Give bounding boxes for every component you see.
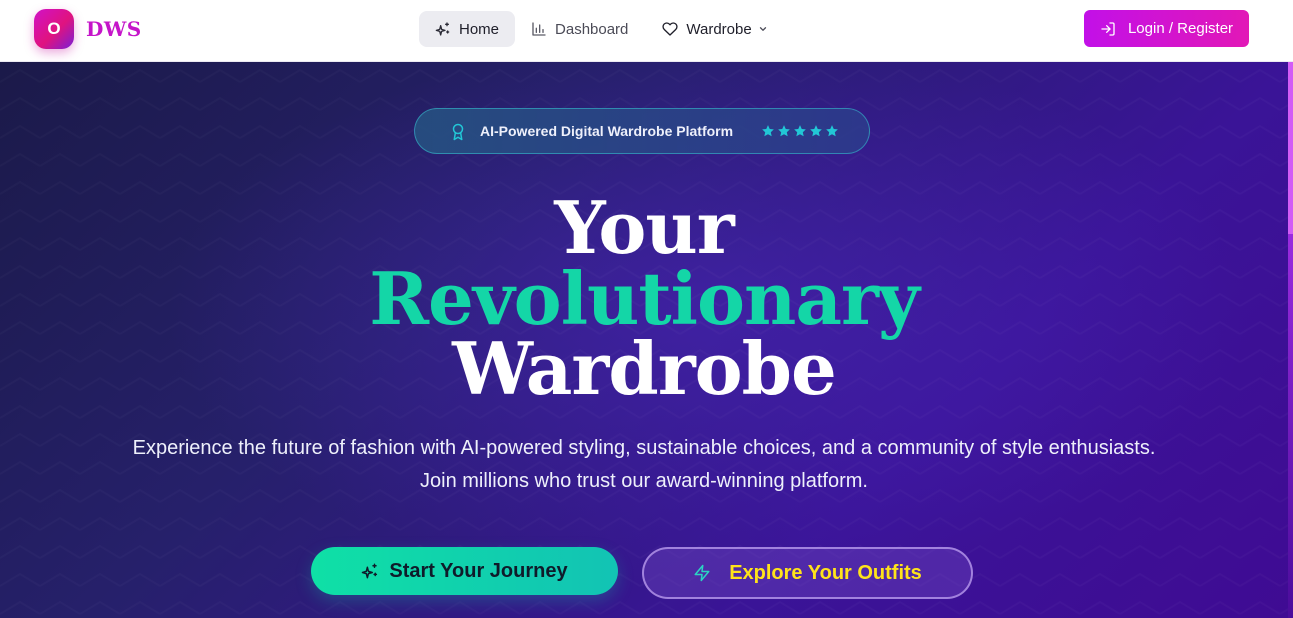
start-journey-button[interactable]: Start Your Journey (311, 547, 618, 595)
zap-icon (693, 564, 711, 582)
nav-home[interactable]: Home (419, 11, 516, 47)
star-icon (761, 124, 775, 138)
chevron-down-icon (758, 24, 768, 34)
nav-wardrobe-dropdown[interactable]: Wardrobe (644, 11, 783, 47)
star-icon (809, 124, 823, 138)
headline-line-3: Wardrobe (452, 326, 837, 411)
explore-outfits-button[interactable]: Explore Your Outfits (642, 547, 973, 599)
sparkles-icon (435, 21, 451, 37)
scrollbar-thumb[interactable] (1288, 62, 1293, 234)
login-register-label: Login / Register (1127, 20, 1234, 37)
login-register-button[interactable]: Login / Register (1084, 10, 1249, 47)
star-icon (777, 124, 791, 138)
logo-badge[interactable]: O (34, 9, 74, 49)
brand-name[interactable]: DWS (86, 17, 142, 41)
top-navbar: O DWS Home Dashboard Wardrobe Login / Re… (0, 0, 1293, 62)
brand[interactable]: O DWS (34, 9, 142, 49)
hero-subtitle: Experience the future of fashion with AI… (132, 437, 1156, 492)
star-icon (793, 124, 807, 138)
main-nav: Home Dashboard Wardrobe (419, 11, 784, 47)
platform-badge: AI-Powered Digital Wardrobe Platform (414, 108, 870, 154)
badge-text: AI-Powered Digital Wardrobe Platform (480, 123, 734, 139)
log-in-icon (1100, 21, 1116, 37)
star-icon (825, 124, 839, 138)
hero-section: AI-Powered Digital Wardrobe Platform You… (0, 62, 1288, 618)
sparkles-icon (361, 562, 379, 580)
nav-home-label: Home (459, 20, 500, 38)
start-journey-label: Start Your Journey (389, 559, 568, 582)
nav-dashboard[interactable]: Dashboard (515, 11, 644, 47)
nav-wardrobe-label: Wardrobe (686, 20, 752, 38)
rating-stars (761, 124, 841, 138)
explore-outfits-label: Explore Your Outfits (729, 561, 922, 584)
award-icon (449, 122, 467, 142)
nav-dashboard-label: Dashboard (555, 20, 629, 38)
bar-chart-icon (531, 21, 547, 37)
heart-icon (662, 21, 679, 37)
